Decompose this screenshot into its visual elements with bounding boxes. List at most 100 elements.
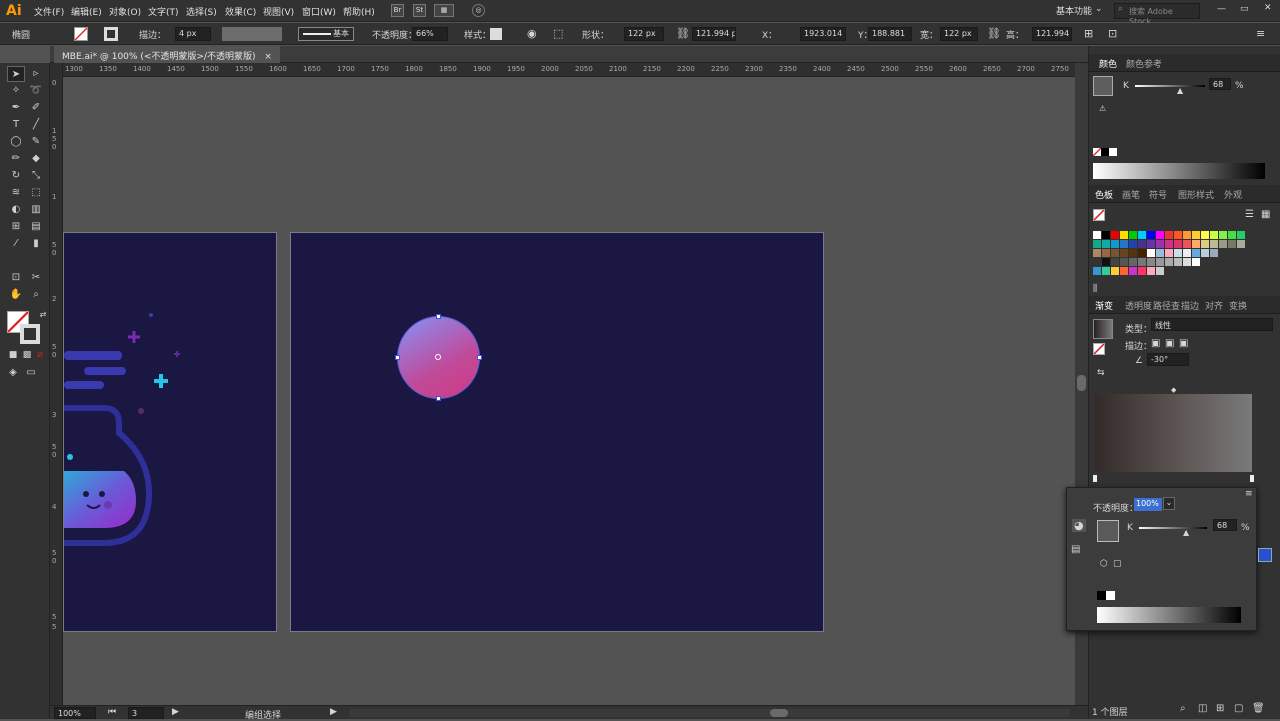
shape-height-input[interactable]: 121.994 px <box>692 27 736 41</box>
status-menu-icon[interactable]: ▶ <box>330 707 337 717</box>
menu-view[interactable]: 视图(V) <box>263 5 294 18</box>
shape-width-input[interactable]: 122 px <box>624 27 664 41</box>
k-slider[interactable] <box>1135 85 1205 87</box>
new-sublayer-icon[interactable]: ⊞ <box>1216 703 1224 714</box>
eyedropper-tool-icon[interactable]: ⁄ <box>7 236 25 252</box>
midpoint-diamond-icon[interactable]: ◆ <box>1171 386 1176 394</box>
new-layer-icon[interactable]: ▢ <box>1234 703 1243 714</box>
workspace-switcher[interactable]: 基本功能 <box>1056 4 1092 17</box>
warp-tool-icon[interactable]: ≋ <box>7 185 25 201</box>
make-clipping-mask-icon[interactable]: ◫ <box>1198 703 1207 714</box>
shaper-tool-icon[interactable]: ✏ <box>7 151 25 167</box>
floating-panel-menu-icon[interactable]: ≡ <box>1245 489 1253 499</box>
locate-object-icon[interactable]: ⌕ <box>1180 703 1186 714</box>
line-tool-icon[interactable]: ╱ <box>27 117 45 133</box>
menu-select[interactable]: 选择(S) <box>186 5 217 18</box>
tab-appearance[interactable]: 外观 <box>1224 188 1242 201</box>
screen-mode-icon[interactable]: ▭ <box>22 365 40 381</box>
fill-swatch[interactable] <box>74 27 88 41</box>
swatch-grid[interactable] <box>1093 231 1261 283</box>
bridge-button[interactable]: Br <box>391 4 404 17</box>
eraser-tool-icon[interactable]: ◆ <box>27 151 45 167</box>
gradient-type-select[interactable]: 线性 <box>1151 318 1273 331</box>
tab-stroke[interactable]: 描边 <box>1181 299 1199 312</box>
minimize-icon[interactable]: — <box>1217 4 1226 14</box>
close-tab-icon[interactable]: × <box>264 52 272 62</box>
panel-menu-icon[interactable]: ≡ <box>1256 27 1265 40</box>
stroke-inside-icon[interactable]: ▣ <box>1151 338 1160 349</box>
gamut-warning-icon[interactable]: ⬡ <box>1100 559 1108 569</box>
h-scroll-thumb[interactable] <box>770 709 788 717</box>
white-swatch[interactable] <box>1109 148 1117 156</box>
menu-edit[interactable]: 编辑(E) <box>71 5 102 18</box>
next-artboard-icon[interactable]: ▶ <box>172 707 179 717</box>
menu-help[interactable]: 帮助(H) <box>343 5 375 18</box>
floating-white-swatch[interactable] <box>1106 591 1115 600</box>
floating-k-input[interactable]: 68 <box>1213 519 1237 531</box>
web-safe-icon[interactable]: ▢ <box>1113 559 1122 569</box>
tab-pathfinder[interactable]: 路径查 <box>1153 299 1180 312</box>
floating-k-slider[interactable] <box>1139 527 1207 529</box>
black-swatch[interactable] <box>1101 148 1109 156</box>
slider-handle-icon[interactable]: ▲ <box>1177 86 1183 95</box>
menu-file[interactable]: 文件(F) <box>34 5 64 18</box>
pen-tool-icon[interactable]: ✒ <box>7 100 25 116</box>
stroke-weight-input[interactable]: 4 px <box>175 27 211 41</box>
close-icon[interactable]: ✕ <box>1264 3 1272 13</box>
scale-tool-icon[interactable]: ⤡ <box>27 168 45 184</box>
tab-swatches[interactable]: 色板 <box>1095 188 1113 201</box>
direct-selection-tool-icon[interactable]: ▹ <box>27 66 45 82</box>
gradient-angle-input[interactable]: -30° <box>1147 353 1189 366</box>
type-tool-icon[interactable]: T <box>7 117 25 133</box>
color-wheel-icon[interactable]: ◕ <box>1072 519 1086 532</box>
delete-layer-icon[interactable]: 🗑 <box>1252 703 1265 714</box>
gradient-tool-icon[interactable]: ▤ <box>27 219 45 235</box>
brush-definition[interactable]: 基本 <box>298 27 354 41</box>
k-value-input[interactable]: 68 <box>1209 78 1231 90</box>
maximize-icon[interactable]: ▭ <box>1240 4 1249 14</box>
variable-width-profile[interactable] <box>222 27 282 41</box>
tab-symbols[interactable]: 符号 <box>1149 188 1167 201</box>
first-artboard-icon[interactable]: ⏮ <box>108 707 116 717</box>
tab-color[interactable]: 颜色 <box>1099 57 1117 70</box>
w-input[interactable]: 122 px <box>940 27 978 41</box>
align-icon[interactable]: ⬚ <box>553 27 563 40</box>
graphic-style-swatch[interactable] <box>490 28 502 40</box>
floating-slider-handle-icon[interactable]: ▲ <box>1183 528 1189 537</box>
stroke-swatch[interactable] <box>104 27 118 41</box>
floating-black-swatch[interactable] <box>1097 591 1106 600</box>
gradient-stop-left[interactable] <box>1092 474 1098 483</box>
color-spectrum-ramp[interactable] <box>1093 163 1265 179</box>
arrange-docs-icon[interactable]: ▦ <box>434 4 454 17</box>
zoom-select[interactable]: 100% <box>54 707 96 719</box>
grid-view-icon[interactable]: ▦ <box>1261 209 1270 220</box>
artboard-left[interactable] <box>63 232 277 632</box>
slice-tool-icon[interactable]: ✂ <box>27 270 45 286</box>
none-mode-icon[interactable]: ⧄ <box>31 347 49 363</box>
scroll-thumb[interactable] <box>1077 375 1086 391</box>
menu-effect[interactable]: 效果(C) <box>225 5 256 18</box>
opacity-dropdown-input[interactable]: 100% <box>1134 498 1162 511</box>
color-fill-preview[interactable] <box>1093 76 1113 96</box>
gradient-fill-indicator[interactable] <box>1093 343 1105 355</box>
tab-gradient[interactable]: 渐变 <box>1095 299 1113 312</box>
recolor-icon[interactable]: ◉ <box>527 27 537 40</box>
menu-type[interactable]: 文字(T) <box>148 5 179 18</box>
ellipse-tool-icon[interactable]: ◯ <box>7 134 25 150</box>
tab-align[interactable]: 对齐 <box>1205 299 1223 312</box>
x-input[interactable]: 1923.014 <box>800 27 846 41</box>
tab-graphic-styles[interactable]: 图形样式 <box>1178 188 1214 201</box>
gradient-stop-right[interactable] <box>1249 474 1255 483</box>
artboard-tool-icon[interactable]: ⊡ <box>7 270 25 286</box>
hand-tool-icon[interactable]: ✋ <box>7 287 25 303</box>
rotate-tool-icon[interactable]: ↻ <box>7 168 25 184</box>
stroke-across-icon[interactable]: ▣ <box>1179 338 1188 349</box>
tab-transparency[interactable]: 透明度 <box>1125 299 1152 312</box>
opacity-input[interactable]: 66% <box>412 27 448 41</box>
tab-transform[interactable]: 变换 <box>1229 299 1247 312</box>
curvature-tool-icon[interactable]: ✐ <box>27 100 45 116</box>
gpu-icon[interactable]: ◎ <box>472 4 485 17</box>
horizontal-scrollbar[interactable] <box>350 709 1070 717</box>
document-tab[interactable]: MBE.ai* @ 100% (<不透明蒙版>/不透明蒙版) × <box>54 46 280 63</box>
artboard-number-input[interactable]: 3 <box>128 707 164 719</box>
